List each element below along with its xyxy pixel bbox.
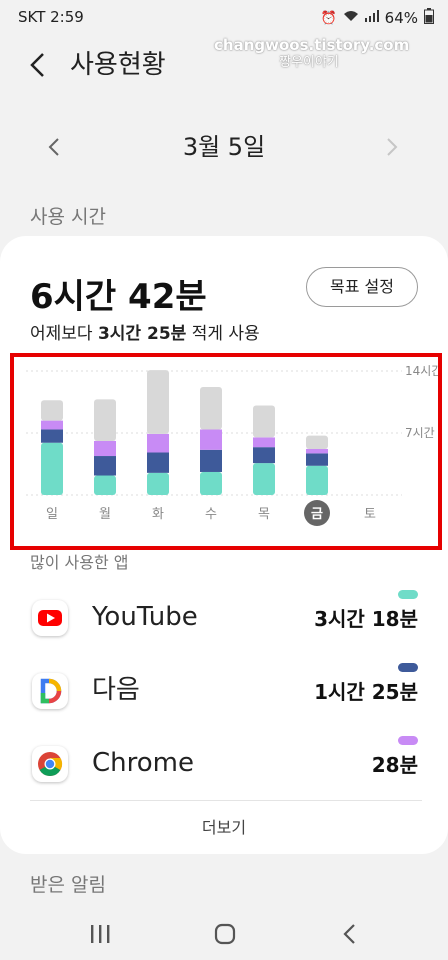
clock: 2:59 xyxy=(50,8,84,26)
app-row-daum[interactable]: 다음 1시간 25분 xyxy=(0,659,448,721)
usage-comparison: 어제보다 3시간 25분 적게 사용 xyxy=(30,322,260,346)
back-nav-button[interactable] xyxy=(330,916,370,952)
date-navigator: 3월 5일 xyxy=(0,125,448,169)
app-color-dot xyxy=(398,736,418,745)
divider xyxy=(30,800,422,801)
next-day-button[interactable] xyxy=(374,129,410,165)
chevron-left-icon xyxy=(30,53,44,77)
wifi-icon xyxy=(343,10,359,26)
app-row-chrome[interactable]: Chrome 28분 xyxy=(0,732,448,794)
battery-percent: 64% xyxy=(384,9,418,27)
app-bar: 사용현황 xyxy=(0,40,448,90)
app-row-youtube[interactable]: YouTube 3시간 18분 xyxy=(0,586,448,648)
alarm-icon: ⏰ xyxy=(320,10,337,26)
set-goal-button[interactable]: 목표 설정 xyxy=(306,267,418,307)
daum-icon xyxy=(32,673,68,709)
app-usage-time: 3시간 18분 xyxy=(314,607,418,631)
more-button[interactable]: 더보기 xyxy=(0,816,448,840)
chrome-icon xyxy=(32,746,68,782)
app-name: Chrome xyxy=(92,748,194,778)
back-icon xyxy=(343,924,355,944)
carrier-label: SKT xyxy=(18,8,46,26)
chart-highlight-box xyxy=(10,353,442,550)
youtube-icon xyxy=(32,600,68,636)
system-navigation-bar xyxy=(0,906,448,960)
total-usage-time: 6시간 42분 xyxy=(30,277,207,317)
usage-time-section-title: 사용 시간 xyxy=(30,206,106,228)
most-used-apps-title: 많이 사용한 앱 xyxy=(30,553,129,572)
status-bar: SKT 2:59 ⏰ 64% xyxy=(0,0,448,34)
comparison-suffix: 적게 사용 xyxy=(186,324,260,344)
back-button[interactable] xyxy=(22,48,56,82)
home-button[interactable] xyxy=(205,916,245,952)
app-color-dot xyxy=(398,590,418,599)
comparison-amount: 3시간 25분 xyxy=(97,324,187,344)
page-title: 사용현황 xyxy=(70,50,166,80)
recent-apps-button[interactable] xyxy=(80,916,120,952)
recent-apps-icon xyxy=(91,925,110,943)
app-name: 다음 xyxy=(92,675,140,705)
app-usage-time: 1시간 25분 xyxy=(314,680,418,704)
chevron-right-icon xyxy=(387,138,398,156)
battery-icon xyxy=(424,8,434,28)
comparison-prefix: 어제보다 xyxy=(30,324,98,344)
status-right: ⏰ 64% xyxy=(320,8,434,28)
status-left: SKT 2:59 xyxy=(18,8,84,26)
app-usage-time: 28분 xyxy=(371,753,418,777)
app-color-dot xyxy=(398,663,418,672)
signal-icon xyxy=(364,10,379,26)
received-notifications-title: 받은 알림 xyxy=(30,874,106,896)
app-name: YouTube xyxy=(92,602,198,632)
home-icon xyxy=(214,923,236,945)
